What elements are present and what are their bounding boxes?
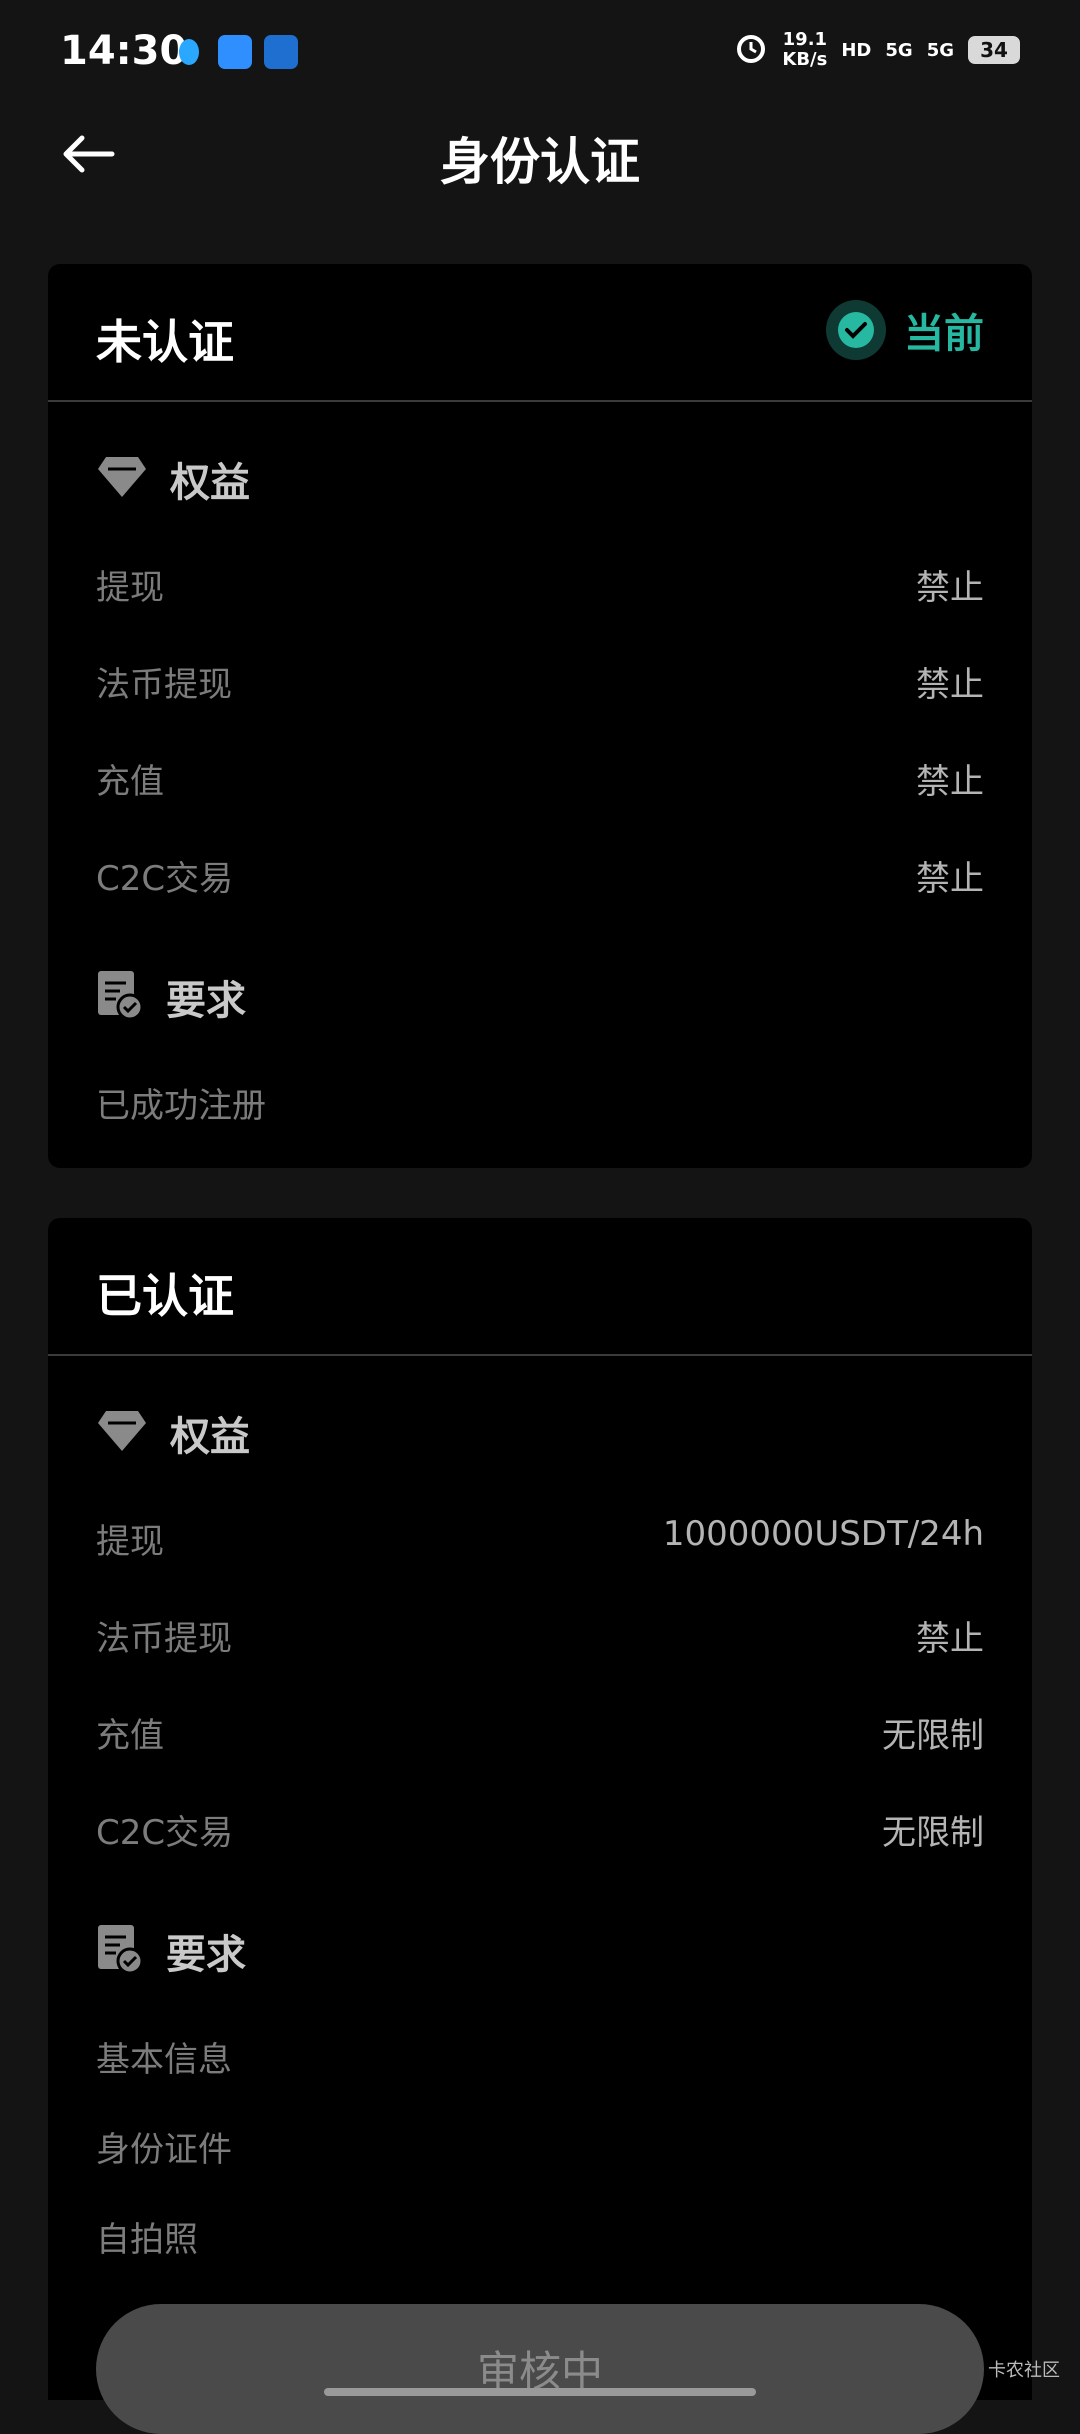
qq-icon xyxy=(172,35,206,69)
benefits-title: 权益 xyxy=(170,1414,250,1460)
benefit-label: 充值 xyxy=(96,1716,164,1756)
net-speed: 19.1 KB/s xyxy=(782,30,827,70)
level-card-unverified: 未认证 当前 权益 提现 禁止 法币提现 禁止 充值 禁止 C2C交易 禁止 要… xyxy=(48,264,1032,1168)
benefit-label: 法币提现 xyxy=(96,665,232,705)
notification-icons xyxy=(172,35,298,69)
benefit-label: C2C交易 xyxy=(96,1813,234,1853)
benefit-value: 禁止 xyxy=(916,1619,984,1659)
battery-indicator: 34 xyxy=(968,36,1020,64)
app-icon xyxy=(218,35,252,69)
requirements-title: 要求 xyxy=(166,1932,246,1978)
net-speed-value: 19.1 xyxy=(782,29,828,50)
signal-5g-1: 5G xyxy=(885,39,913,61)
document-check-icon xyxy=(96,969,144,1025)
benefit-value: 禁止 xyxy=(916,762,984,802)
benefits-section: 权益 xyxy=(96,450,250,508)
requirements-section: 要求 xyxy=(96,968,246,1026)
benefit-value: 无限制 xyxy=(882,1813,984,1853)
benefit-row: 提现 禁止 xyxy=(96,560,984,610)
page-header: 身份认证 xyxy=(0,100,1080,210)
current-badge: 当前 xyxy=(826,300,984,360)
card-title: 未认证 xyxy=(96,315,234,369)
app-icon-2 xyxy=(264,35,298,69)
alarm-icon xyxy=(734,31,768,69)
benefit-label: 法币提现 xyxy=(96,1619,232,1659)
benefit-value: 无限制 xyxy=(882,1716,984,1756)
status-time: 14:30 xyxy=(60,28,188,74)
diamond-icon xyxy=(96,455,148,503)
benefit-row: 提现 1000000USDT/24h xyxy=(96,1514,984,1564)
benefit-value: 禁止 xyxy=(916,665,984,705)
benefits-title: 权益 xyxy=(170,460,250,506)
requirements-section: 要求 xyxy=(96,1922,246,1980)
hd-badge: HD xyxy=(841,39,872,61)
diamond-icon xyxy=(96,1409,148,1457)
benefits-section: 权益 xyxy=(96,1404,250,1462)
benefit-row: C2C交易 无限制 xyxy=(96,1805,984,1855)
watermark: 卡农社区 xyxy=(988,2360,1060,2381)
benefit-row: 法币提现 禁止 xyxy=(96,1611,984,1661)
card-title: 已认证 xyxy=(96,1269,234,1323)
benefit-value: 禁止 xyxy=(916,568,984,608)
benefit-row: C2C交易 禁止 xyxy=(96,851,984,901)
requirement-item: 自拍照 xyxy=(96,2220,198,2260)
level-card-verified: 已认证 权益 提现 1000000USDT/24h 法币提现 禁止 充值 无限制… xyxy=(48,1218,1032,2434)
benefit-value: 禁止 xyxy=(916,859,984,899)
benefit-row: 法币提现 禁止 xyxy=(96,657,984,707)
requirements-title: 要求 xyxy=(166,978,246,1024)
benefit-row: 充值 无限制 xyxy=(96,1708,984,1758)
benefit-label: C2C交易 xyxy=(96,859,234,899)
check-circle-icon xyxy=(826,300,886,360)
home-indicator[interactable] xyxy=(324,2388,756,2396)
requirement-item: 身份证件 xyxy=(96,2130,232,2170)
current-label: 当前 xyxy=(904,311,984,357)
signal-5g-2: 5G xyxy=(926,39,954,61)
under-review-button[interactable]: 审核中 xyxy=(96,2304,984,2434)
benefit-label: 提现 xyxy=(96,568,164,608)
benefit-label: 充值 xyxy=(96,762,164,802)
status-right: 19.1 KB/s HD 5G 5G 34 xyxy=(734,30,1020,70)
benefit-row: 充值 禁止 xyxy=(96,754,984,804)
requirement-item: 基本信息 xyxy=(96,2040,232,2080)
net-speed-unit: KB/s xyxy=(782,49,828,70)
benefit-value: 1000000USDT/24h xyxy=(662,1514,984,1554)
requirement-item: 已成功注册 xyxy=(96,1086,266,1126)
benefit-label: 提现 xyxy=(96,1522,164,1562)
card-header: 已认证 xyxy=(48,1218,1032,1356)
document-check-icon xyxy=(96,1923,144,1979)
status-bar: 14:30 19.1 KB/s HD 5G 5G 34 xyxy=(0,0,1080,100)
page-title: 身份认证 xyxy=(440,133,640,191)
card-header: 未认证 当前 xyxy=(48,264,1032,402)
